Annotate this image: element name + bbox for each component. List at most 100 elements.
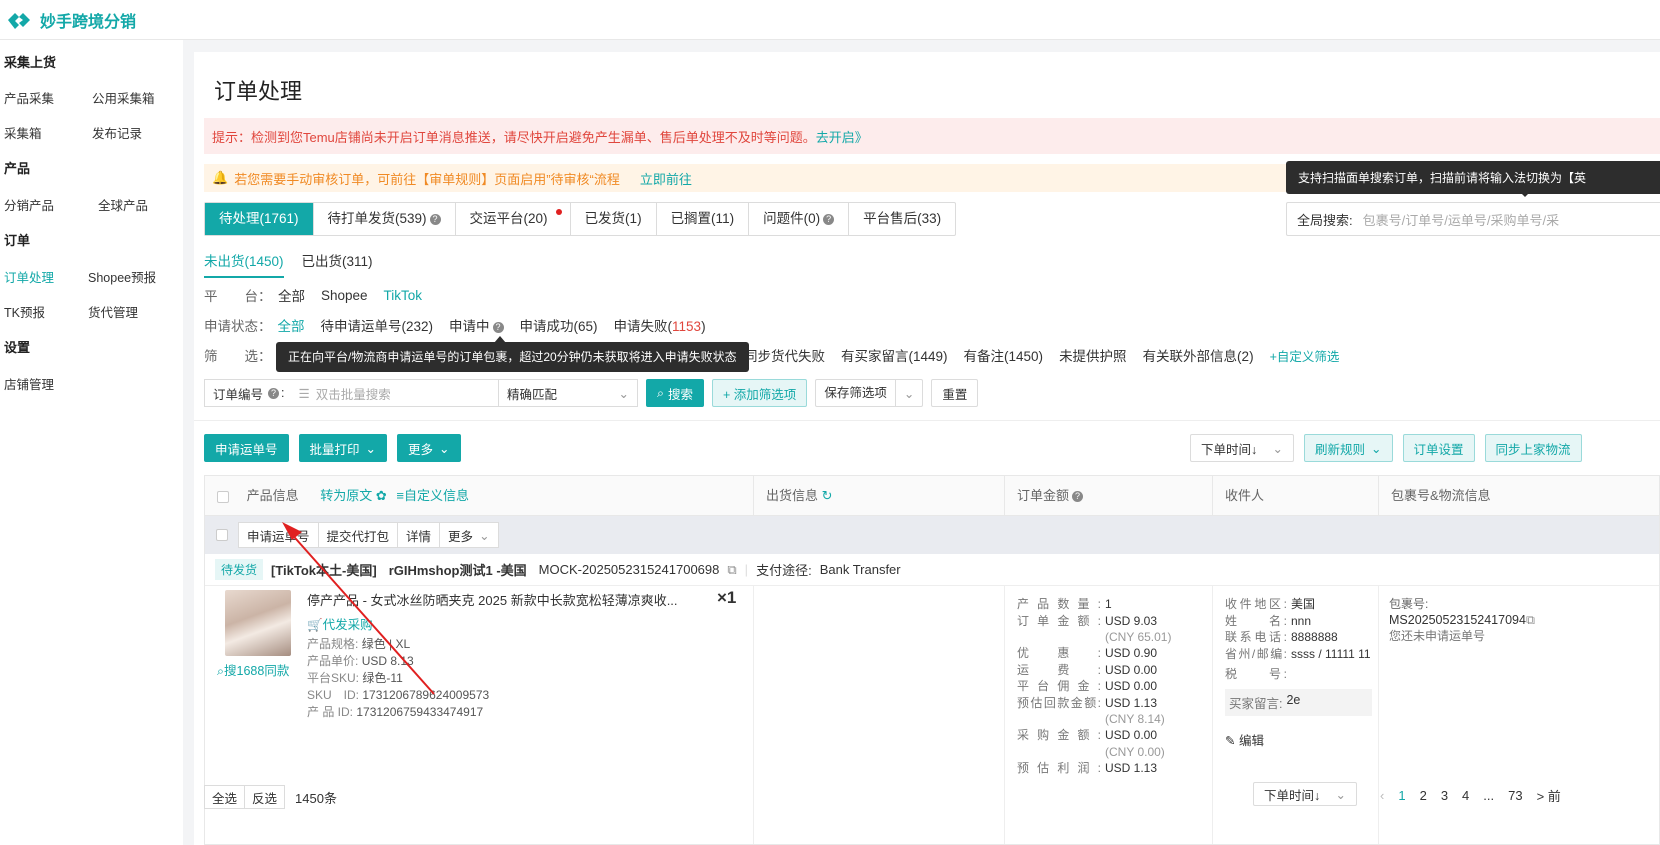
refresh-icon[interactable]: ↻ (818, 488, 833, 503)
separator: | (744, 562, 749, 577)
platform-shopee[interactable]: Shopee (321, 288, 368, 303)
tab-problem[interactable]: 问题件(0)? (749, 203, 850, 235)
copy-icon[interactable]: ⧉ (727, 562, 736, 578)
help-icon: ? (823, 213, 835, 225)
platform-all[interactable]: 全部 (278, 285, 305, 305)
receiver-key: 税 号: (1225, 667, 1287, 681)
tab-pending[interactable]: 待处理(1761) (205, 203, 314, 235)
sidebar-item-public-box[interactable]: 公用采集箱 (92, 88, 155, 107)
extra-filter: 筛 选： (204, 345, 272, 365)
match-mode-select[interactable]: 精确匹配 ⌄ (498, 379, 638, 407)
receiver-key: 收件地区: (1225, 597, 1287, 611)
sidebar-item-order-process[interactable]: 订单处理 (4, 267, 54, 286)
row-checkbox[interactable] (216, 529, 228, 541)
filter-buyer-msg[interactable]: 有买家留言(1449) (841, 345, 948, 365)
prev-page-icon[interactable]: ‹ (1380, 788, 1384, 803)
sidebar-group-product: 产品 (4, 161, 31, 176)
chevron-down-icon: ⌄ (1371, 441, 1382, 456)
sidebar-item-publish-log[interactable]: 发布记录 (92, 123, 142, 142)
global-search[interactable]: 全局搜索: 包裹号/订单号/运单号/采购单号/采 (1286, 202, 1660, 236)
copy-icon[interactable]: ⧉ (1526, 613, 1535, 627)
sidebar: 采集上货 产品采集 公用采集箱 采集箱 发布记录 产品 分销产品 全球产品 订单… (0, 40, 183, 845)
brand-name: 妙手跨境分销 (40, 13, 137, 31)
sidebar-item-forwarder[interactable]: 货代管理 (88, 302, 138, 321)
order-settings-button[interactable]: 订单设置 (1402, 434, 1475, 462)
batch-print-button[interactable]: 批量打印 ⌄ (298, 434, 388, 462)
tab-shipped[interactable]: 已发货(1) (571, 203, 657, 235)
row-more-button[interactable]: 更多 ⌄ (439, 522, 499, 548)
chevron-down-icon: ⌄ (439, 441, 450, 456)
add-filter-button[interactable]: + 添加筛选项 (712, 379, 808, 407)
tab-to-print[interactable]: 待打单发货(539)? (314, 203, 456, 235)
order-no-search[interactable]: 订单编号?: ☰ 双击批量搜索 (204, 379, 499, 407)
page-1[interactable]: 1 (1398, 788, 1405, 803)
tab-after-sale[interactable]: 平台售后(33) (849, 203, 955, 235)
amount-value: USD 0.00 (1105, 662, 1158, 677)
go-now-link[interactable]: 立即前往 (640, 169, 692, 188)
status-applying[interactable]: 申请中? (449, 315, 504, 335)
tooltip-arrow-icon (494, 336, 506, 343)
next-page-icon[interactable]: > 前 (1537, 786, 1561, 805)
sort-value: 下单时间↓ (1201, 442, 1258, 457)
platform-filter: 平 台： 全部 Shopee TikTok (204, 285, 422, 305)
subtab-unshipped[interactable]: 未出货(1450) (204, 250, 284, 278)
page-73[interactable]: 73 (1508, 788, 1522, 803)
status-applying-label: 申请中 (449, 319, 490, 334)
amount-key: 预估利润: (1017, 760, 1101, 775)
status-badge: 待发货 (215, 559, 264, 580)
list-icon: ≡ (396, 488, 405, 503)
enable-push-link[interactable]: 去开启》 (816, 127, 868, 146)
status-pending[interactable]: 待申请运单号(232) (321, 315, 434, 335)
more-button[interactable]: 更多 ⌄ (397, 434, 461, 462)
receiver-value: ssss / 11111 11 (1291, 646, 1371, 661)
save-filter-button[interactable]: 保存筛选项 ⌄ (815, 379, 924, 407)
page-4[interactable]: 4 (1462, 788, 1469, 803)
edit-link[interactable]: ✎ 编辑 (1225, 730, 1372, 749)
order-no-selector[interactable]: 订单编号?: (205, 384, 293, 403)
custom-info-link[interactable]: ≡自定义信息 (396, 488, 469, 503)
select-all-button[interactable]: 全选 (204, 785, 245, 809)
batch-search-input[interactable]: 双击批量搜索 (316, 384, 391, 403)
page-2[interactable]: 2 (1420, 788, 1427, 803)
sidebar-item-distribution-product[interactable]: 分销产品 (4, 195, 54, 214)
filter-has-note[interactable]: 有备注(1450) (964, 345, 1044, 365)
sidebar-item-product-collect[interactable]: 产品采集 (4, 88, 54, 107)
apply-waybill-button[interactable]: 申请运单号 (204, 434, 289, 462)
sidebar-item-global-product[interactable]: 全球产品 (98, 195, 148, 214)
filter-sync-fail[interactable]: 同步货代失败 (744, 345, 825, 365)
sync-logistics-button[interactable]: 同步上家物流 (1484, 434, 1582, 462)
sort-select[interactable]: 下单时间↓ ⌄ (1190, 434, 1294, 462)
subtab-shipped[interactable]: 已出货(311) (302, 250, 373, 278)
scan-tooltip: 支持扫描面单搜索订单，扫描前请将输入法切换为【英 (1286, 161, 1660, 194)
page-3[interactable]: 3 (1441, 788, 1448, 803)
sidebar-item-shopee-forecast[interactable]: Shopee预报 (88, 267, 156, 286)
status-failed[interactable]: 申请失败(1153) (614, 315, 706, 335)
sidebar-item-collect-box[interactable]: 采集箱 (4, 123, 42, 142)
amount-value: USD 1.13 (1105, 695, 1158, 710)
bell-icon: 🔔 (212, 170, 229, 185)
chevron-down-icon[interactable]: ⌄ (896, 386, 922, 401)
footer-sort-select[interactable]: 下单时间↓ ⌄ (1253, 782, 1357, 806)
select-all-checkbox[interactable] (217, 490, 229, 503)
tab-handover[interactable]: 交运平台(20) (456, 203, 571, 235)
logo[interactable]: 妙手跨境分销 (6, 8, 136, 32)
sidebar-item-store-manage[interactable]: 店铺管理 (4, 374, 54, 393)
search-button[interactable]: ⌕ 搜索 (646, 379, 705, 407)
help-icon: ? (429, 213, 441, 225)
global-search-input[interactable]: 包裹号/订单号/运单号/采购单号/采 (1363, 210, 1559, 229)
refresh-rule-button[interactable]: 刷新规则 ⌄ (1304, 434, 1393, 462)
sidebar-item-tk-forecast[interactable]: TK预报 (4, 302, 45, 321)
gear-icon[interactable]: ✿ (372, 488, 387, 503)
receiver-value: 8888888 (1291, 630, 1338, 644)
to-original-link[interactable]: 转为原文 (320, 488, 372, 503)
reset-button[interactable]: 重置 (931, 379, 979, 407)
notification-dot-icon (555, 209, 562, 215)
tab-on-hold[interactable]: 已搁置(11) (657, 203, 750, 235)
invert-select-button[interactable]: 反选 (244, 785, 286, 809)
filter-no-passport[interactable]: 未提供护照 (1059, 345, 1127, 365)
custom-filter-link[interactable]: +自定义筛选 (1270, 346, 1340, 365)
status-success[interactable]: 申请成功(65) (520, 315, 598, 335)
filter-external-info[interactable]: 有关联外部信息(2) (1143, 345, 1254, 365)
platform-tiktok[interactable]: TikTok (384, 288, 423, 303)
status-all[interactable]: 全部 (278, 315, 305, 335)
